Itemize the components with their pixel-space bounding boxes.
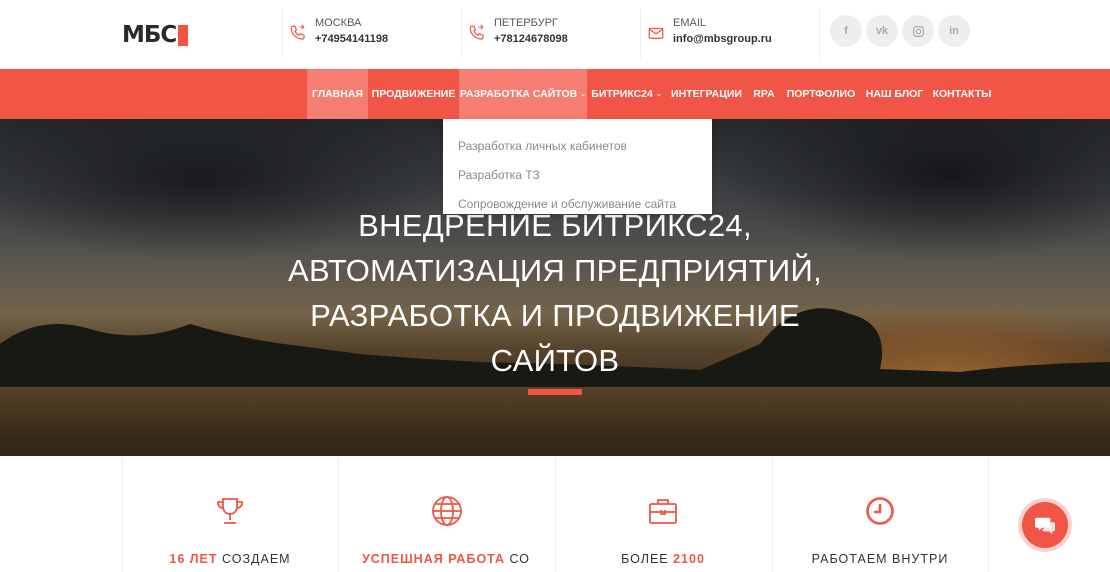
nav-item-portfolio[interactable]: ПОРТФОЛИО — [781, 69, 861, 119]
nav-item-home[interactable]: ГЛАВНАЯ — [307, 69, 368, 119]
header-topbar: МБС МОСКВА +74954141198 ПЕТЕРБУРГ +78124… — [0, 0, 1110, 69]
hero-title-line: РАЗРАБОТКА И ПРОДВИЖЕНИЕ — [310, 298, 800, 333]
divider — [282, 8, 283, 58]
nav-label: ПОРТФОЛИО — [786, 88, 856, 100]
feature-text: УСПЕШНАЯ РАБОТА СО — [338, 552, 554, 566]
chevron-down-icon: ⌄ — [655, 91, 662, 98]
nav-item-bitrix24[interactable]: БИТРИКС24 ⌄ — [587, 69, 666, 119]
feature-text: БОЛЕЕ 2100 — [555, 552, 771, 566]
contact-label: ПЕТЕРБУРГ — [494, 17, 558, 29]
trophy-icon — [217, 498, 243, 524]
feature-work-inside: РАБОТАЕМ ВНУТРИ — [772, 456, 988, 572]
contact-label: EMAIL — [673, 17, 707, 29]
hero-title-line: АВТОМАТИЗАЦИЯ ПРЕДПРИЯТИЙ, — [287, 253, 822, 288]
nav-item-contacts[interactable]: КОНТАКТЫ — [928, 69, 996, 119]
web-development-dropdown: Разработка личных кабинетов Разработка Т… — [443, 119, 712, 214]
nav-label: РАЗРАБОТКА САЙТОВ — [459, 88, 578, 100]
feature-experience: 16 ЛЕТ СОЗДАЕМ — [122, 456, 338, 572]
feature-accent: 2100 — [673, 552, 705, 566]
feature-accent: 16 ЛЕТ — [169, 552, 218, 566]
divider — [461, 8, 462, 58]
feature-label: БОЛЕЕ — [621, 552, 674, 566]
main-nav: ГЛАВНАЯ ПРОДВИЖЕНИЕ РАЗРАБОТКА САЙТОВ ⌄ Б… — [0, 69, 1110, 119]
vk-icon[interactable]: vk — [866, 15, 898, 47]
logo-mark — [178, 24, 189, 46]
features-section: 16 ЛЕТ СОЗДАЕМ УСПЕШНАЯ РАБОТА СО БОЛЕЕ … — [0, 456, 1110, 572]
contact-spb[interactable]: ПЕТЕРБУРГ +78124678098 — [468, 10, 568, 58]
logo-text: МБС — [122, 22, 177, 48]
nav-label: ИНТЕГРАЦИИ — [671, 88, 742, 100]
globe-icon — [432, 496, 462, 526]
contact-email[interactable]: EMAIL info@mbsgroup.ru — [647, 10, 772, 58]
nav-label: ГЛАВНАЯ — [312, 88, 363, 100]
mail-icon — [648, 27, 664, 39]
nav-item-rpa[interactable]: RPA — [747, 69, 781, 119]
nav-item-blog[interactable]: НАШ БЛОГ — [861, 69, 928, 119]
clock-icon — [866, 497, 894, 525]
divider — [819, 8, 820, 58]
dropdown-item[interactable]: Разработка личных кабинетов — [443, 132, 712, 161]
feature-projects: БОЛЕЕ 2100 — [555, 456, 771, 572]
feature-label: РАБОТАЕМ ВНУТРИ — [811, 552, 949, 566]
briefcase-icon — [649, 499, 677, 524]
nav-label: БИТРИКС24 — [591, 88, 653, 100]
feature-text: РАБОТАЕМ ВНУТРИ — [772, 552, 988, 566]
instagram-icon[interactable] — [902, 15, 934, 47]
feature-text: 16 ЛЕТ СОЗДАЕМ — [122, 552, 338, 566]
chevron-down-icon: ⌄ — [580, 91, 587, 98]
nav-item-promotion[interactable]: ПРОДВИЖЕНИЕ — [368, 69, 459, 119]
nav-item-web-development[interactable]: РАЗРАБОТКА САЙТОВ ⌄ — [459, 69, 587, 119]
facebook-icon[interactable]: f — [830, 15, 862, 47]
contact-phone[interactable]: +78124678098 — [494, 30, 568, 48]
phone-icon — [469, 24, 484, 40]
nav-label: НАШ БЛОГ — [865, 88, 924, 100]
chat-button[interactable] — [1022, 502, 1068, 548]
nav-label: ПРОДВИЖЕНИЕ — [371, 88, 456, 100]
linkedin-icon[interactable]: in — [938, 15, 970, 47]
divider — [988, 456, 989, 572]
nav-item-integrations[interactable]: ИНТЕГРАЦИИ — [666, 69, 747, 119]
contact-moscow[interactable]: МОСКВА +74954141198 — [289, 10, 388, 58]
dropdown-item[interactable]: Сопровождение и обслуживание сайта — [443, 190, 712, 219]
feature-success: УСПЕШНАЯ РАБОТА СО — [338, 456, 554, 572]
nav-label: КОНТАКТЫ — [932, 88, 992, 100]
feature-label: СО — [505, 552, 530, 566]
divider — [640, 8, 641, 58]
hero-title: ВНЕДРЕНИЕ БИТРИКС24, АВТОМАТИЗАЦИЯ ПРЕДП… — [200, 203, 910, 383]
contact-label: МОСКВА — [315, 17, 362, 29]
nav-label: RPA — [753, 88, 775, 100]
logo[interactable]: МБС — [122, 22, 189, 48]
phone-icon — [290, 24, 305, 40]
feature-accent: УСПЕШНАЯ РАБОТА — [362, 552, 506, 566]
feature-label: СОЗДАЕМ — [217, 552, 291, 566]
contact-email-value[interactable]: info@mbsgroup.ru — [673, 30, 772, 48]
hero-accent-bar — [528, 389, 582, 395]
hero-title-line: САЙТОВ — [490, 343, 620, 378]
chat-icon — [1035, 517, 1055, 535]
dropdown-item[interactable]: Разработка ТЗ — [443, 161, 712, 190]
contact-phone[interactable]: +74954141198 — [315, 30, 388, 48]
